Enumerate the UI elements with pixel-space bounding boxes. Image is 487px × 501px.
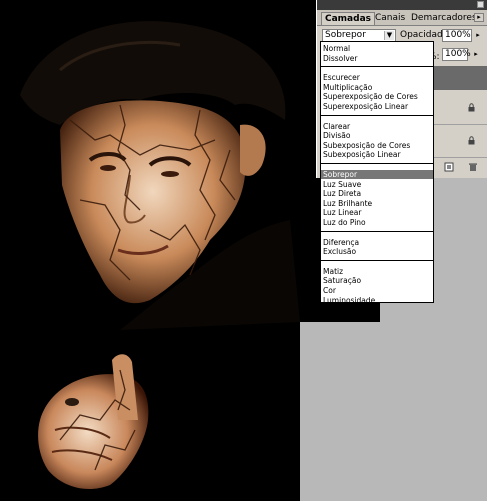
blend-mode-option[interactable]: Diferença [323,238,359,247]
palette-tabs: Camadas Canais Demarcadores ▸ [317,10,487,26]
blend-mode-option[interactable]: Superexposição Linear [323,102,408,111]
blend-mode-option[interactable]: Exclusão [323,247,356,256]
blend-mode-option[interactable]: Dissolver [323,54,357,63]
menu-separator [321,230,433,232]
opacity-input[interactable]: 100% [442,29,472,42]
blend-mode-option[interactable]: Cor [323,286,336,295]
blend-mode-value: Sobrepor [325,30,366,40]
blend-mode-option[interactable]: Subexposição Linear [323,150,401,159]
layer-row[interactable] [434,125,487,158]
tab-canais[interactable]: Canais [372,12,408,25]
blend-mode-option[interactable]: Luz do Pino [323,218,366,227]
menu-separator [321,66,433,68]
blend-mode-option[interactable]: Luz Linear [323,208,361,217]
layer-row-selected[interactable] [434,66,487,90]
menu-separator [321,163,433,164]
palette-bottom-bar [434,160,487,174]
opacity-slider-arrow-icon[interactable]: ▸ [474,29,482,42]
menu-separator [321,114,433,116]
blend-mode-option[interactable]: Luz Brilhante [323,199,372,208]
blend-mode-option[interactable]: Superexposição de Cores [323,92,418,101]
blend-mode-option[interactable]: Escurecer [323,73,360,82]
menu-separator [321,259,433,261]
blend-mode-option[interactable]: Normal [323,44,350,53]
palette-titlebar[interactable] [317,0,487,10]
palette-menu-icon[interactable]: ▸ [474,13,484,22]
blend-mode-option[interactable]: Multiplicação [323,83,372,92]
new-layer-icon[interactable] [444,162,454,172]
tab-demarcadores[interactable]: Demarcadores [408,12,480,25]
tab-camadas[interactable]: Camadas [321,12,376,25]
workspace-background-right [380,300,487,501]
blend-mode-option[interactable]: Luminosidade [323,296,375,305]
blend-mode-option[interactable]: Luz Direta [323,189,361,198]
close-icon[interactable] [477,1,484,8]
blend-mode-option[interactable]: Matiz [323,267,343,276]
blend-mode-option[interactable]: Divisão [323,131,350,140]
dropdown-arrow-icon[interactable]: ▼ [384,31,394,40]
blend-mode-option[interactable]: Subexposição de Cores [323,141,410,150]
lock-icon [468,136,475,145]
layer-row[interactable] [434,92,487,125]
blend-mode-option[interactable]: Luz Suave [323,180,361,189]
blend-mode-option[interactable]: Sobrepor [321,170,433,179]
fill-slider-arrow-icon[interactable]: ▸ [472,48,480,61]
blend-mode-option[interactable]: Saturação [323,276,361,285]
fill-input[interactable]: 100% [442,48,471,61]
blend-mode-option[interactable]: Clarear [323,122,350,131]
trash-icon[interactable] [468,162,478,172]
blend-mode-menu: Normal Dissolver Escurecer Multiplicação Sup… [320,41,434,305]
lock-icon [468,103,475,112]
